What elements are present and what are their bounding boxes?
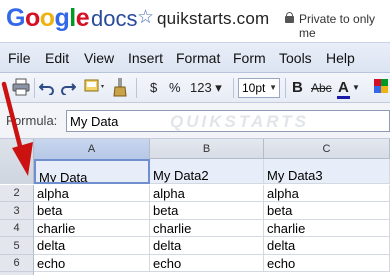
font-size-select[interactable]: 10pt ▼ [238,78,280,98]
cell-a1[interactable]: My Data [34,159,150,184]
text-color-swatch [337,96,350,99]
table-cell[interactable]: delta [150,237,264,255]
bold-button[interactable]: B [292,80,303,96]
logo-letter: e [75,4,90,32]
print-icon[interactable] [12,78,30,96]
lock-icon [285,12,294,23]
select-all-corner[interactable] [0,139,34,184]
table-cell[interactable]: echo [150,255,264,272]
paint-format-icon[interactable] [84,78,108,94]
privacy-status[interactable]: Private to only me [299,12,390,40]
chevron-down-icon: ▼ [269,83,277,92]
google-logo[interactable]: Google [6,3,90,33]
table-cell[interactable]: delta [34,237,150,255]
currency-button[interactable]: $ [150,80,157,96]
redo-icon[interactable] [60,79,77,96]
menu-bar: File Edit View Insert Format Form Tools … [0,42,390,73]
chevron-down-icon[interactable]: ▼ [352,80,360,96]
column-header-a[interactable]: A [34,139,150,159]
table-cell[interactable]: beta [150,202,264,220]
table-cell[interactable]: alpha [150,185,264,202]
table-cell[interactable]: alpha [264,185,390,202]
spreadsheet-grid: A B C My Data My Data2 My Data3 2 alpha … [0,139,390,275]
menu-tools[interactable]: Tools [279,50,312,66]
menu-file[interactable]: File [8,50,31,66]
clear-format-icon[interactable] [112,77,128,97]
number-format-dropdown[interactable]: 123 ▾ [190,80,222,96]
row-header[interactable]: 5 [0,237,34,255]
table-cell[interactable]: charlie [264,220,390,237]
watermark: QUIKSTARTS [170,112,309,131]
document-title[interactable]: quikstarts.com [157,8,269,30]
menu-edit[interactable]: Edit [45,50,69,66]
cell-b1[interactable]: My Data2 [150,159,264,184]
logo-letter: o [24,4,40,32]
menu-insert[interactable]: Insert [128,50,163,66]
table-cell[interactable]: charlie [150,220,264,237]
text-color-button[interactable]: A [337,79,350,99]
column-header-c[interactable]: C [264,139,390,159]
logo-letter: g [54,4,70,32]
strikethrough-button[interactable]: Abc [311,80,332,96]
cell-color-icon[interactable] [374,79,388,95]
cell-c1[interactable]: My Data3 [264,159,390,184]
column-header-b[interactable]: B [150,139,264,159]
table-cell[interactable]: alpha [34,185,150,202]
table-cell[interactable]: echo [34,255,150,272]
table-cell[interactable]: charlie [34,220,150,237]
toolbar: $ % 123 ▾ 10pt ▼ B Abc A ▼ [0,73,390,103]
table-cell[interactable]: beta [264,202,390,220]
table-cell[interactable]: beta [34,202,150,220]
font-size-value: 10pt [242,81,266,95]
menu-help[interactable]: Help [326,50,355,66]
percent-button[interactable]: % [169,80,181,96]
product-name: docs [91,6,138,31]
logo-letter: o [39,4,55,32]
text-color-label: A [338,79,349,96]
undo-icon[interactable] [38,79,55,96]
row-header[interactable]: 2 [0,185,34,202]
menu-form[interactable]: Form [233,50,266,66]
menu-view[interactable]: View [84,50,114,66]
star-icon[interactable]: ☆ [137,7,154,29]
formula-label: Formula: [6,113,58,128]
row-header[interactable]: 6 [0,255,34,272]
table-cell[interactable]: echo [264,255,390,272]
table-cell[interactable]: delta [264,237,390,255]
row-header[interactable]: 4 [0,220,34,237]
row-header[interactable]: 3 [0,202,34,220]
logo-letter: G [6,4,25,32]
docs-header: Google docs ☆ quikstarts.com Private to … [0,0,390,42]
menu-format[interactable]: Format [176,50,220,66]
